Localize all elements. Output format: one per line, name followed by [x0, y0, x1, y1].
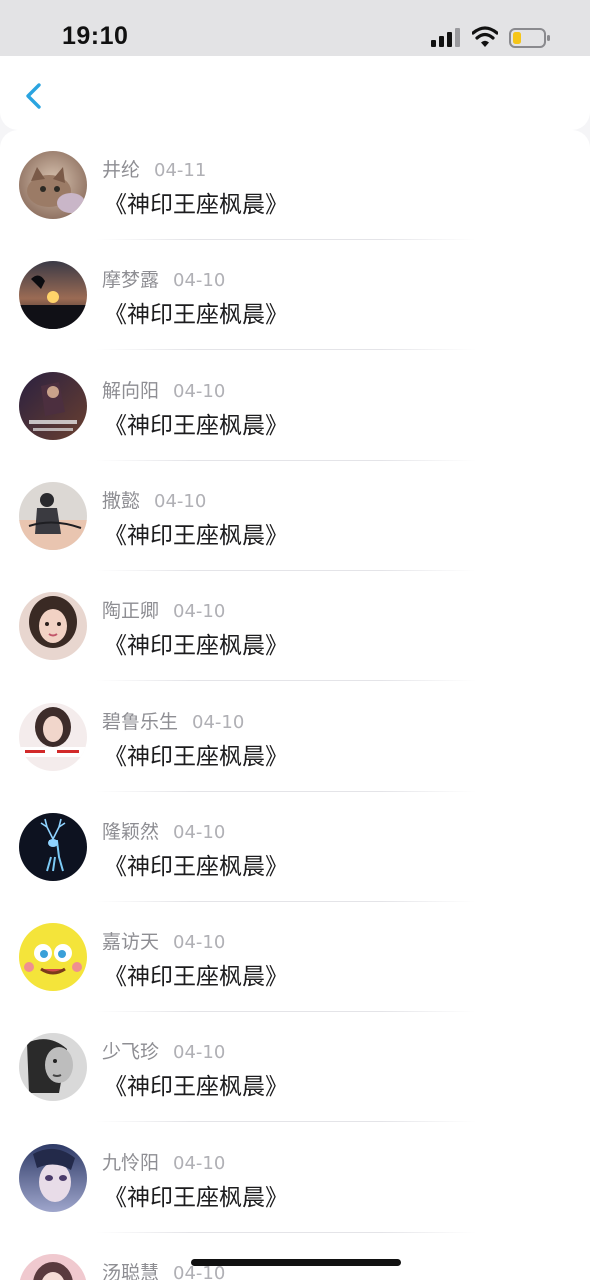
book-title: 《神印王座枫晨》 — [104, 1074, 288, 1101]
list-item[interactable]: 解向阳 04-10 《神印王座枫晨》 — [0, 351, 590, 461]
avatar[interactable] — [19, 1033, 87, 1102]
book-title: 《神印王座枫晨》 — [104, 1184, 288, 1211]
user-name: 陶正卿 — [102, 600, 160, 623]
book-title: 《神印王座枫晨》 — [104, 853, 288, 880]
list-item[interactable]: 九怜阳 04-10 《神印王座枫晨》 — [0, 1123, 590, 1233]
item-date: 04-10 — [173, 270, 226, 292]
avatar[interactable] — [19, 481, 87, 550]
item-date: 04-10 — [173, 601, 226, 623]
item-date: 04-10 — [173, 1152, 226, 1174]
game-poster-avatar — [19, 371, 87, 440]
user-name: 解向阳 — [102, 379, 160, 402]
user-name: 隆颖然 — [102, 820, 160, 843]
list-item[interactable]: 嘉访天 04-10 《神印王座枫晨》 — [0, 902, 590, 1013]
avatar[interactable] — [19, 261, 87, 330]
list-item[interactable]: 摩梦露 04-10 《神印王座枫晨》 — [0, 240, 590, 351]
list-item[interactable]: 碧鲁乐生 04-10 《神印王座枫晨》 — [0, 682, 590, 792]
user-name: 少飞珍 — [102, 1041, 160, 1064]
user-name: 井纶 — [102, 159, 141, 181]
girl-portrait-avatar — [19, 592, 87, 661]
item-date: 04-10 — [173, 1042, 226, 1064]
avatar[interactable] — [19, 1254, 87, 1280]
battery-low-icon — [509, 28, 550, 48]
list-item[interactable]: 撒懿 04-10 《神印王座枫晨》 — [0, 461, 590, 571]
item-date: 04-10 — [173, 380, 226, 402]
glowing-deer-avatar — [19, 812, 87, 881]
user-name: 汤聪慧 — [102, 1262, 160, 1280]
list-item[interactable]: 井纶 04-11 《神印王座枫晨》 — [0, 130, 590, 240]
avatar[interactable] — [19, 923, 87, 992]
back-button[interactable] — [14, 76, 54, 116]
activity-list: 井纶 04-11 《神印王座枫晨》 摩梦露 04-10 《神印王座枫晨》 解向阳 04-10 《… — [0, 130, 590, 1280]
item-meta: 嘉访天 04-10 — [102, 927, 225, 954]
user-name: 嘉访天 — [102, 931, 160, 954]
avatar[interactable] — [19, 1143, 87, 1212]
avatar[interactable] — [19, 592, 87, 661]
chevron-left-icon — [26, 83, 41, 109]
user-name: 碧鲁乐生 — [102, 710, 179, 733]
monochrome-girl-avatar — [19, 1033, 87, 1102]
user-name: 九怜阳 — [102, 1151, 160, 1174]
item-meta: 九怜阳 04-10 — [102, 1148, 225, 1175]
home-indicator — [191, 1259, 401, 1266]
item-meta: 摩梦露 04-10 — [102, 265, 225, 292]
user-name: 摩梦露 — [102, 269, 160, 292]
list-item[interactable]: 陶正卿 04-10 《神印王座枫晨》 — [0, 571, 590, 682]
list-item[interactable]: 汤聪慧 04-10 — [0, 1233, 590, 1280]
cellular-signal-icon — [431, 28, 460, 47]
list-item[interactable]: 少飞珍 04-10 《神印王座枫晨》 — [0, 1012, 590, 1123]
status-time: 19:10 — [62, 22, 129, 50]
list-item[interactable]: 隆颖然 04-10 《神印王座枫晨》 — [0, 792, 590, 902]
item-meta: 碧鲁乐生 04-10 — [102, 707, 244, 734]
item-date: 04-11 — [154, 160, 207, 181]
book-title: 《神印王座枫晨》 — [104, 412, 288, 439]
person-with-sign-avatar — [19, 481, 87, 550]
item-meta: 少飞珍 04-10 — [102, 1037, 225, 1064]
book-title: 《神印王座枫晨》 — [104, 192, 288, 218]
item-meta: 陶正卿 04-10 — [102, 596, 225, 623]
pink-portrait-avatar — [19, 1254, 87, 1280]
anime-face-avatar — [19, 1143, 87, 1212]
item-date: 04-10 — [192, 711, 245, 733]
sunset-avatar — [19, 261, 87, 330]
item-date: 04-10 — [173, 821, 226, 843]
avatar[interactable] — [19, 702, 87, 771]
item-meta: 隆颖然 04-10 — [102, 817, 225, 844]
book-title: 《神印王座枫晨》 — [104, 302, 288, 329]
girl-with-banner-avatar — [19, 702, 87, 771]
item-meta: 撒懿 04-10 — [102, 486, 206, 513]
navigation-bar — [0, 56, 590, 130]
avatar[interactable] — [19, 812, 87, 881]
book-title: 《神印王座枫晨》 — [104, 964, 288, 991]
avatar[interactable] — [19, 371, 87, 440]
item-date: 04-10 — [173, 932, 226, 954]
status-bar: 19:10 — [0, 0, 590, 56]
wifi-icon — [472, 26, 498, 47]
book-title: 《神印王座枫晨》 — [104, 633, 288, 660]
avatar[interactable] — [19, 151, 87, 219]
item-meta: 解向阳 04-10 — [102, 376, 225, 403]
book-title: 《神印王座枫晨》 — [104, 522, 288, 549]
user-name: 撒懿 — [102, 489, 141, 512]
book-title: 《神印王座枫晨》 — [104, 743, 288, 770]
item-date: 04-10 — [154, 490, 207, 512]
item-meta: 井纶 04-11 — [102, 155, 206, 182]
cat-avatar — [19, 151, 87, 219]
sponge-cartoon-avatar — [19, 923, 87, 992]
